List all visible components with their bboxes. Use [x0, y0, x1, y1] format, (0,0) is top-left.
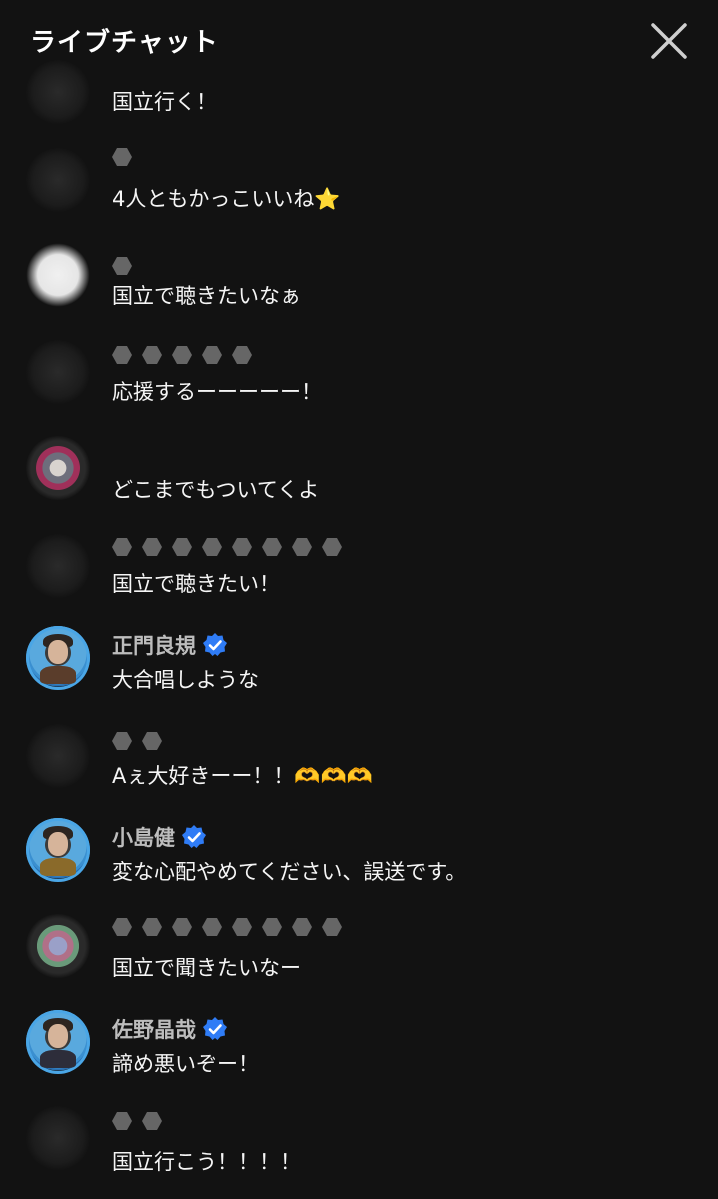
message-text: 4人ともかっこいいね⭐	[112, 187, 341, 211]
chat-header: ライブチャット	[0, 0, 718, 80]
message-text: 諦め悪いぞー！	[112, 1052, 259, 1076]
message-text: どこまでもついてくよ	[112, 478, 320, 502]
close-icon[interactable]	[648, 20, 690, 62]
avatar[interactable]	[26, 626, 90, 690]
avatar[interactable]	[26, 914, 90, 978]
avatar[interactable]	[26, 148, 90, 212]
message-text: 国立行こう！！！！	[112, 1150, 301, 1174]
avatar[interactable]	[26, 436, 90, 500]
avatar[interactable]	[26, 724, 90, 788]
message-text: 国立で聞きたいなー	[112, 956, 301, 980]
chat-message: 国立で聴きたいなぁ	[0, 237, 718, 337]
avatar[interactable]	[26, 1010, 90, 1074]
verified-badge-icon	[203, 633, 227, 656]
chat-message: どこまでもついてくよ	[0, 430, 718, 526]
chat-message: 応援するーーーーー！	[0, 334, 718, 430]
author-name[interactable]: 正門良規	[112, 630, 228, 660]
page-title: ライブチャット	[30, 28, 219, 58]
author-name[interactable]: 小島健	[112, 822, 207, 852]
author-name[interactable]: 佐野晶哉	[112, 1014, 228, 1044]
author-name-hidden	[112, 148, 142, 168]
author-name-hidden	[112, 346, 262, 366]
verified-badge-icon	[182, 825, 206, 848]
verified-badge-icon	[203, 1017, 227, 1040]
chat-message: 佐野晶哉 諦め悪いぞー！	[0, 1006, 718, 1102]
message-text: 応援するーーーーー！	[112, 380, 322, 404]
avatar[interactable]	[26, 340, 90, 404]
author-name-hidden	[112, 257, 142, 277]
author-name-label: 小島健	[112, 826, 175, 850]
chat-message: 国立行こう！！！！	[0, 1102, 718, 1198]
author-name-label: 佐野晶哉	[112, 1018, 196, 1042]
avatar[interactable]	[26, 60, 90, 124]
author-name-hidden	[112, 732, 172, 752]
chat-message: 正門良規 大合唱しような	[0, 622, 718, 718]
avatar[interactable]	[26, 1106, 90, 1170]
avatar[interactable]	[26, 243, 90, 307]
avatar[interactable]	[26, 818, 90, 882]
message-text: 国立行く！	[112, 90, 217, 114]
chat-feed[interactable]: 国立行く！ 4人ともかっこいいね⭐ 国立で聴きたいなぁ 応援するーーーーー！ ど…	[0, 60, 718, 1199]
chat-message: 4人ともかっこいいね⭐	[0, 140, 718, 240]
message-text: 大合唱しような	[112, 668, 259, 692]
author-name-hidden	[112, 538, 352, 558]
message-text: 国立で聴きたい！	[112, 572, 280, 596]
author-name-hidden	[112, 1112, 172, 1132]
chat-message: 小島健 変な心配やめてください、誤送です。	[0, 814, 718, 910]
author-name-label: 正門良規	[112, 634, 196, 658]
author-name-hidden	[112, 918, 352, 938]
chat-message: 国立で聴きたい！	[0, 526, 718, 622]
message-text: 国立で聴きたいなぁ	[112, 284, 301, 308]
avatar[interactable]	[26, 534, 90, 598]
message-text: 変な心配やめてください、誤送です。	[112, 860, 467, 884]
message-text: Aぇ大好きーー！！🫶🫶🫶	[112, 764, 373, 788]
chat-message: 国立で聞きたいなー	[0, 910, 718, 1006]
chat-message: Aぇ大好きーー！！🫶🫶🫶	[0, 718, 718, 814]
